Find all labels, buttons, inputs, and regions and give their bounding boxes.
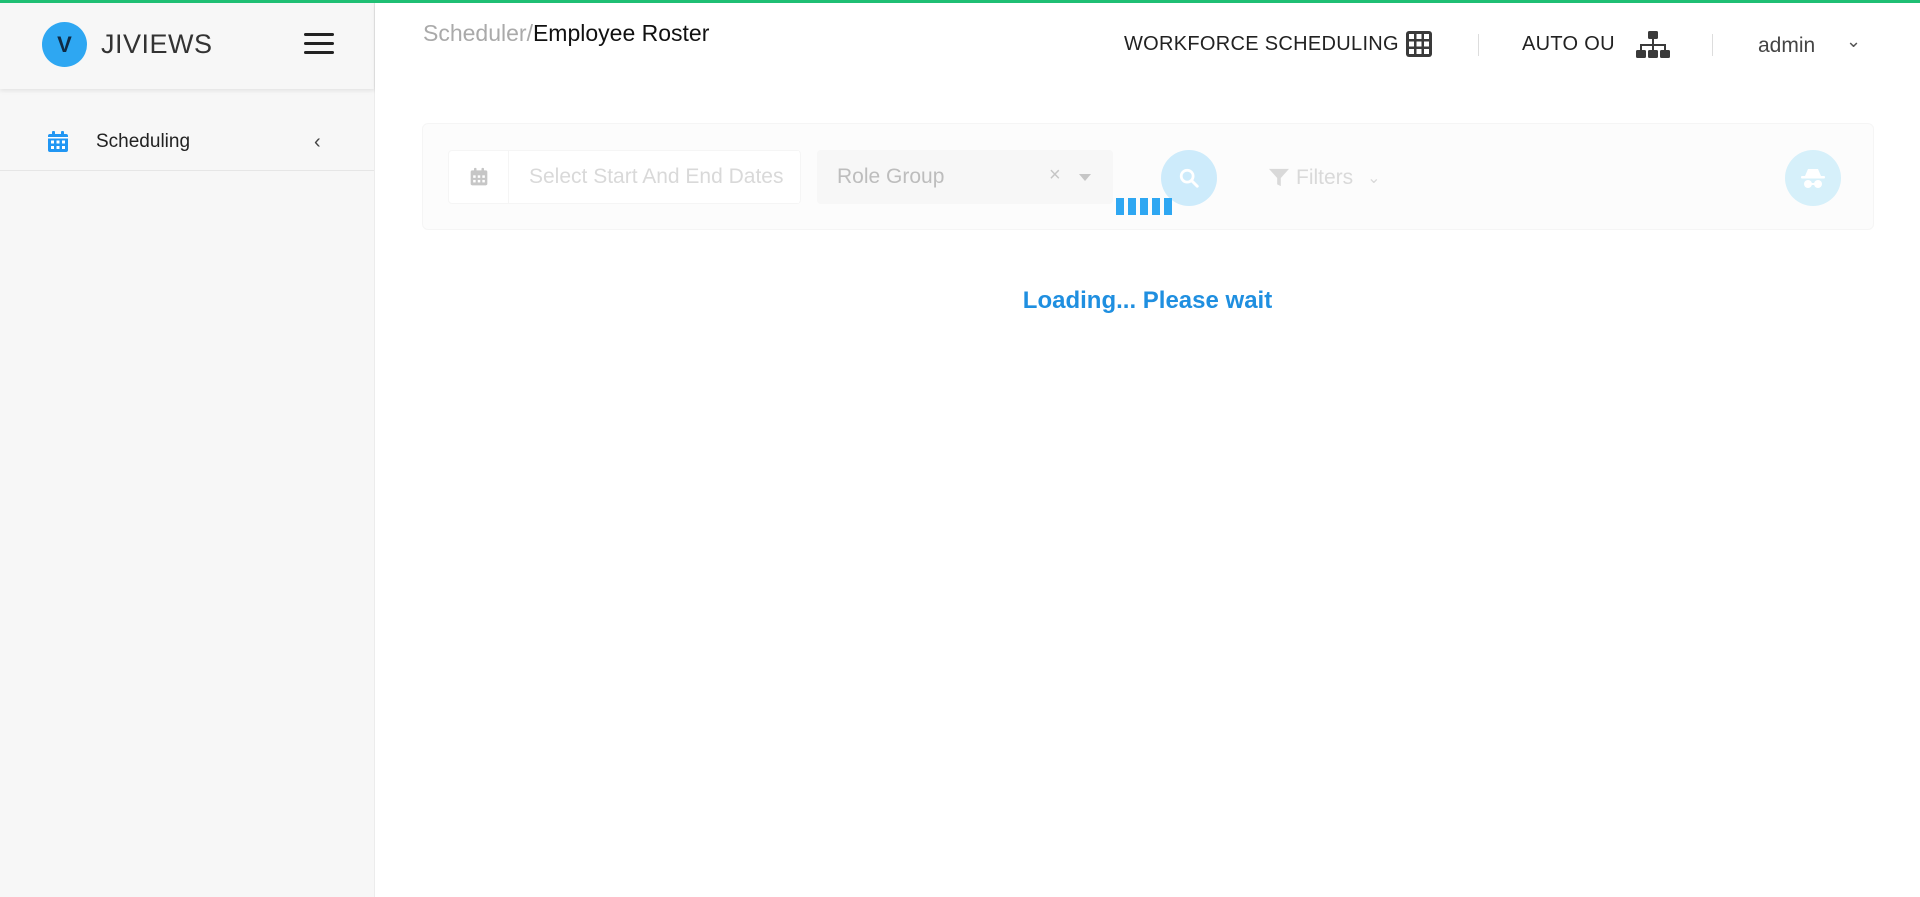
filter-icon xyxy=(1269,168,1289,187)
date-range-group xyxy=(448,150,801,204)
incognito-icon xyxy=(1801,169,1825,188)
logo-letter: V xyxy=(57,31,72,57)
user-menu-name[interactable]: admin xyxy=(1758,34,1815,58)
hamburger-menu-icon[interactable] xyxy=(304,33,334,55)
role-group-value: Role Group xyxy=(837,165,945,188)
top-accent-bar xyxy=(0,0,1920,3)
calendar-icon xyxy=(48,130,68,152)
brand-bar: V JIVIEWS xyxy=(0,0,374,89)
dropdown-arrow-icon[interactable] xyxy=(1079,174,1091,181)
top-header: Scheduler/Employee Roster WORKFORCE SCHE… xyxy=(375,0,1920,89)
clear-icon[interactable]: × xyxy=(1049,164,1061,187)
page-title: Employee Roster xyxy=(532,20,710,46)
loading-spinner xyxy=(1116,198,1176,215)
search-icon xyxy=(1179,168,1199,188)
calendar-icon xyxy=(470,167,487,186)
filters-label: Filters xyxy=(1296,166,1354,189)
role-group-select[interactable]: Role Group × xyxy=(817,150,1113,204)
header-divider xyxy=(1712,34,1713,56)
breadcrumb-parent[interactable]: Scheduler/ xyxy=(423,20,533,46)
sidebar: V JIVIEWS Scheduling ‹ xyxy=(0,0,375,897)
header-divider xyxy=(1478,34,1479,56)
chevron-down-icon[interactable]: ⌄ xyxy=(1846,31,1861,52)
brand-name: JIVIEWS xyxy=(101,29,213,59)
chevron-left-icon: ‹ xyxy=(314,131,321,153)
grid-icon[interactable] xyxy=(1405,30,1433,58)
loading-message: Loading... Please wait xyxy=(1022,287,1273,314)
agent-button[interactable] xyxy=(1785,150,1841,206)
date-range-input[interactable] xyxy=(509,151,799,203)
sidebar-item-scheduling[interactable]: Scheduling ‹ xyxy=(0,113,374,171)
auto-ou-link[interactable]: AUTO OU xyxy=(1522,33,1615,56)
chevron-down-icon: ⌄ xyxy=(1367,170,1381,187)
breadcrumb: Scheduler/Employee Roster xyxy=(423,20,709,47)
org-chart-icon[interactable] xyxy=(1636,30,1670,60)
sidebar-item-label: Scheduling xyxy=(96,130,191,152)
workforce-scheduling-link[interactable]: WORKFORCE SCHEDULING xyxy=(1124,33,1399,56)
brand-logo[interactable]: V xyxy=(42,22,87,67)
calendar-addon[interactable] xyxy=(449,151,509,203)
filters-toggle[interactable]: Filters ⌄ xyxy=(1268,166,1381,190)
